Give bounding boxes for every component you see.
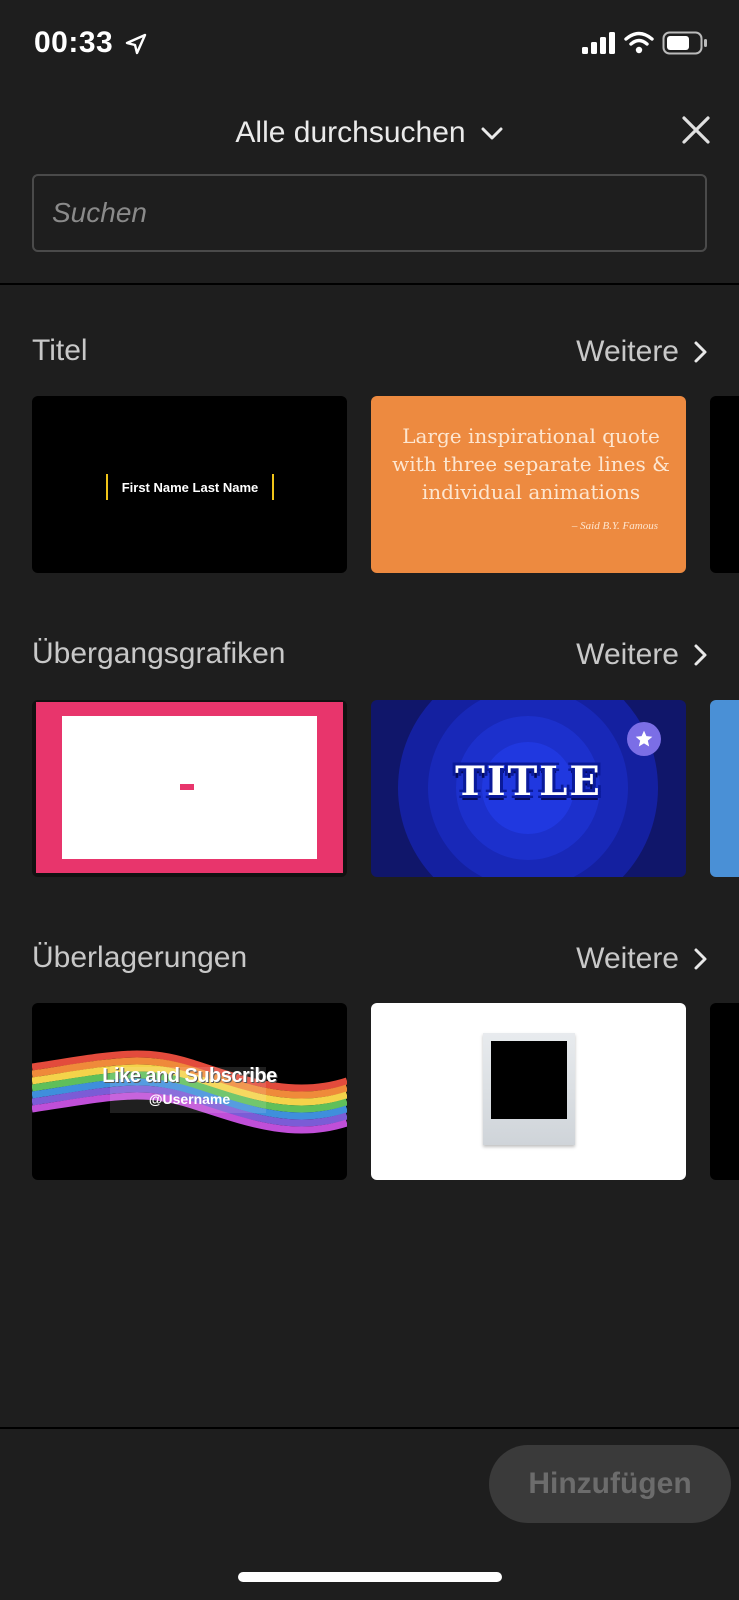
- star-icon: [635, 730, 653, 747]
- rainbow-title: Like and Subscribe: [102, 1065, 277, 1087]
- section-header-uebergangsgrafiken: Übergangsgrafiken Weitere: [32, 633, 709, 677]
- white-panel: [62, 716, 317, 859]
- chevron-right-icon: [694, 948, 707, 970]
- pink-dash: [180, 784, 194, 790]
- location-arrow-icon: [125, 33, 147, 55]
- more-label: Weitere: [576, 638, 679, 671]
- section-title: Übergangsgrafiken: [32, 637, 286, 670]
- home-indicator[interactable]: [238, 1572, 502, 1582]
- chevron-right-icon: [694, 341, 707, 363]
- template-card-polaroid[interactable]: [371, 1003, 686, 1180]
- section-header-ueberlagerungen: Überlagerungen Weitere: [32, 937, 709, 981]
- chevron-down-icon: [481, 127, 503, 140]
- template-card-pink-frame[interactable]: [32, 700, 347, 877]
- cellular-signal-icon: [582, 32, 615, 54]
- card-title-word: TITLE: [455, 758, 602, 805]
- add-button[interactable]: Hinzufügen: [489, 1445, 731, 1523]
- polaroid-frame: [483, 1033, 575, 1145]
- battery-icon: [662, 31, 707, 55]
- polaroid-photo: [491, 1041, 567, 1119]
- header-title: Alle durchsuchen: [235, 116, 466, 149]
- card-text: First Name Last Name: [106, 474, 274, 500]
- template-card-peek[interactable]: [710, 1003, 739, 1180]
- close-icon[interactable]: [680, 114, 712, 146]
- rainbow-subtitle: @Username: [148, 1091, 231, 1107]
- status-bar: 00:33: [0, 0, 739, 90]
- more-link-titel[interactable]: Weitere: [576, 330, 709, 374]
- quote-author: – Said B.Y. Famous: [571, 520, 658, 532]
- chevron-right-icon: [694, 644, 707, 666]
- status-time: 00:33: [34, 26, 114, 59]
- scope-dropdown[interactable]: Alle durchsuchen: [0, 108, 739, 158]
- section-header-titel: Titel Weitere: [32, 330, 709, 374]
- section-title: Titel: [32, 334, 88, 367]
- more-link-uebergangsgrafiken[interactable]: Weitere: [576, 633, 709, 677]
- wifi-icon: [624, 31, 654, 54]
- template-card-rainbow[interactable]: Like and Subscribe @Username: [32, 1003, 347, 1180]
- more-label: Weitere: [576, 942, 679, 975]
- premium-badge: [627, 722, 661, 756]
- divider: [0, 283, 739, 285]
- more-link-ueberlagerungen[interactable]: Weitere: [576, 937, 709, 981]
- section-title: Überlagerungen: [32, 941, 248, 974]
- template-card-blue-title[interactable]: TITLE: [371, 700, 686, 877]
- template-card-peek[interactable]: [710, 396, 739, 573]
- pink-frame: [36, 702, 343, 873]
- divider: [0, 1427, 739, 1429]
- template-card-peek[interactable]: [710, 700, 739, 877]
- template-card-quote[interactable]: Large inspirational quote with three sep…: [371, 396, 686, 573]
- template-card-name-title[interactable]: First Name Last Name: [32, 396, 347, 573]
- search-input[interactable]: [32, 174, 707, 252]
- quote-text: Large inspirational quote with three sep…: [392, 424, 670, 504]
- more-label: Weitere: [576, 335, 679, 368]
